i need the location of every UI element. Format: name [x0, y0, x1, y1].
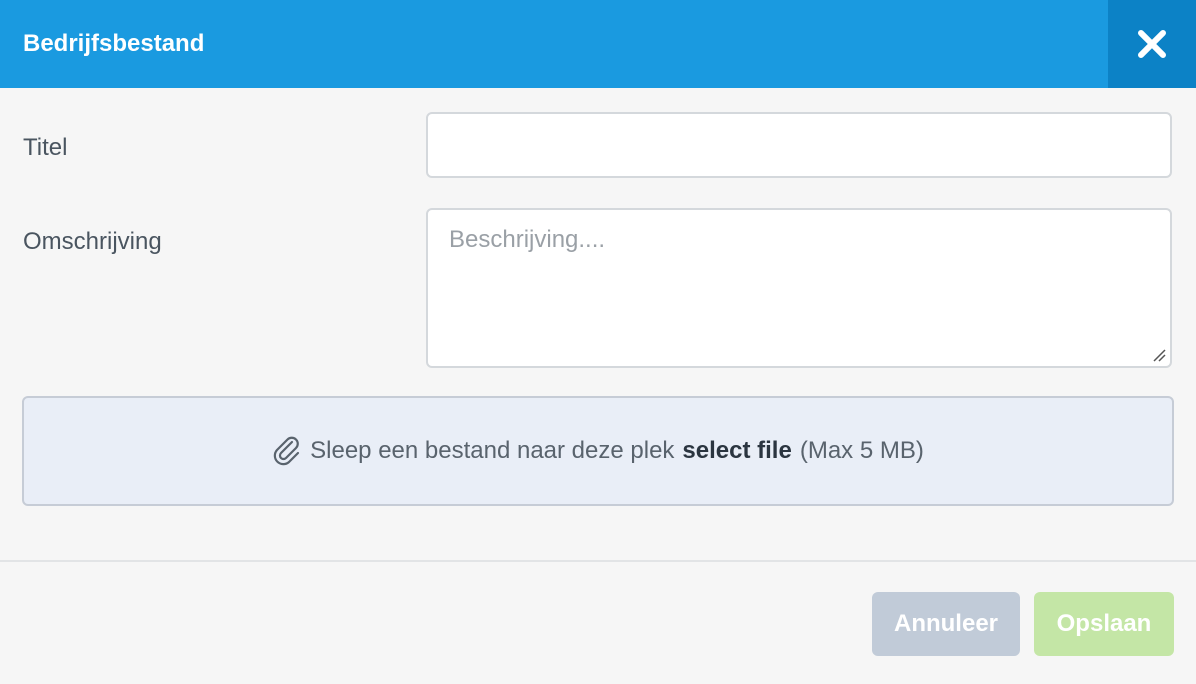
close-button[interactable] [1108, 0, 1196, 88]
cancel-button[interactable]: Annuleer [872, 592, 1020, 656]
title-input[interactable] [426, 112, 1172, 178]
select-file-link[interactable]: select file [682, 437, 791, 465]
description-placeholder: Beschrijving.... [449, 226, 606, 253]
close-icon [1138, 30, 1166, 58]
file-dropzone[interactable]: Sleep een bestand naar deze plek select … [22, 396, 1174, 506]
paperclip-icon [272, 435, 302, 467]
file-size-limit: (Max 5 MB) [799, 437, 924, 464]
description-textarea[interactable]: Beschrijving.... [426, 208, 1172, 368]
save-button[interactable]: Opslaan [1034, 592, 1174, 656]
dialog-title: Bedrijfsbestand [23, 30, 205, 57]
title-label: Titel [23, 134, 68, 161]
dropzone-text: Sleep een bestand naar deze plek [310, 437, 675, 464]
resize-grip-icon[interactable] [1152, 348, 1166, 362]
dialog-header: Bedrijfsbestand [0, 0, 1196, 88]
footer-divider [0, 560, 1196, 562]
description-label: Omschrijving [23, 228, 162, 255]
